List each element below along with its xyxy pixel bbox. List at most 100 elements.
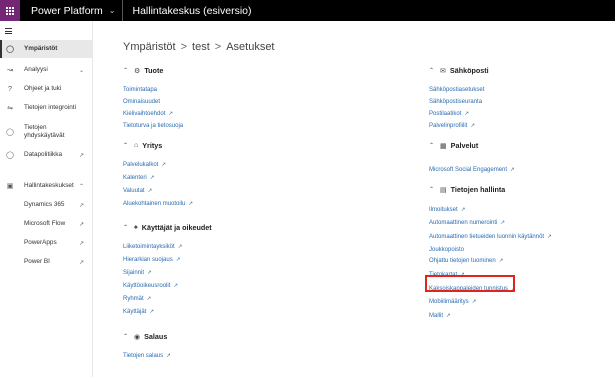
link-data-import-wizard[interactable]: Ohjattu tietojen tuominen ↗ [429,257,503,265]
waffle-icon [6,6,14,15]
main-content: Ympäristöt > test > Asetukset ⌃ ⚙ Tuote Toim… [93,21,615,377]
sidebar-subitem-power-bi[interactable]: Power BI ↗ [0,253,93,271]
link-regional-formatting[interactable]: Aluekohtainen muotoilu ↗ [123,200,193,208]
external-link-icon: ↗ [510,167,515,173]
breadcrumb-separator: > [214,41,222,53]
sidebar-item-help[interactable]: ? Ohjeet ja tuki [0,80,93,98]
sidebar-item-label: PowerApps [24,239,57,246]
sidebar-item-data-policies[interactable]: ◯ Datapolitiikka ↗ [0,146,93,164]
section-header-users-permissions[interactable]: ⌃ ♠ Käyttäjät ja oikeudet [123,223,212,232]
link-server-profiles[interactable]: Palvelinprofiilit ↗ [429,122,475,130]
link-security-roles[interactable]: Käyttöoikeusroolit ↗ [123,282,178,290]
sidebar-item-label: Datapolitiikka [24,151,63,158]
external-link-icon: ↗ [78,152,84,159]
section-title: Sähköposti [449,66,489,75]
topbar-divider [122,0,124,21]
link-templates[interactable]: Mallit ↗ [429,312,451,320]
chevron-up-icon: ⌃ [429,143,435,149]
external-link-icon: ↗ [175,257,181,263]
external-link-icon: ↗ [149,175,155,181]
link-auto-numbering[interactable]: Automaattinen numerointi ↗ [429,219,505,227]
mail-icon: ✉ [440,67,446,75]
external-link-icon: ↗ [500,220,505,226]
external-link-icon: ↗ [161,162,166,168]
link-behavior[interactable]: Toimintatapa [123,86,157,94]
chevron-down-icon: ⌄ [78,67,84,74]
external-link-icon: ↗ [177,244,183,250]
chevron-up-icon: ⌃ [123,68,129,74]
chevron-up-icon: ⌃ [123,225,129,231]
sidebar-subitem-microsoft-flow[interactable]: Microsoft Flow ↗ [0,215,93,233]
admin-icon: ▣ [6,183,14,190]
link-email-tracking[interactable]: Sähköpostiseuranta [429,98,482,106]
help-icon: ? [8,85,12,93]
breadcrumb-settings: Asetukset [226,41,275,53]
sidebar-subitem-powerapps[interactable]: PowerApps ↗ [0,234,93,252]
sidebar-item-data-integration[interactable]: ⇋ Tietojen integrointi [0,99,93,117]
chevron-up-icon: ⌃ [429,68,435,74]
external-link-icon: ↗ [460,207,466,213]
sidebar-item-data-gateways[interactable]: ◯ Tietojen yhdyskäytävät [0,119,93,145]
external-link-icon: ↗ [168,111,173,117]
breadcrumb-environments[interactable]: Ympäristöt [123,41,176,53]
link-business-closures[interactable]: Palvelukalkot ↗ [123,161,166,169]
sidebar-item-label: Analyysi [24,66,48,73]
external-link-icon: ↗ [146,296,152,302]
section-title: Palvelut [450,141,479,150]
section-title: Tietojen hallinta [450,185,506,194]
sidebar-item-label: Tietojen yhdyskäytävät [24,124,65,139]
external-link-icon: ↗ [149,309,154,315]
sidebar-item-label: Hallintakeskukset [24,182,74,189]
external-link-icon: ↗ [173,283,178,289]
link-bulk-deletion[interactable]: Joukkopoisto [429,246,464,254]
breadcrumb-environment-test[interactable]: test [192,41,210,53]
link-automatic-record-creation[interactable]: Automaattinen tietueiden luonnin käytänn… [429,233,552,241]
section-header-business[interactable]: ⌃ ⌂ Yritys [123,141,162,150]
section-header-encryption[interactable]: ⌃ ◉ Salaus [123,332,167,341]
integration-icon: ⇋ [7,105,13,112]
sidebar-item-environments[interactable]: ◯ Ympäristöt [0,40,93,58]
link-data-encryption[interactable]: Tietojen salaus ↗ [123,352,171,360]
building-icon: ⌂ [134,142,139,149]
chevron-down-icon[interactable]: ⌄ [109,6,116,15]
link-privacy-security[interactable]: Tietoturva ja tietosuoja [123,122,183,130]
chevron-up-icon: ⌃ [123,334,129,340]
section-header-data-management[interactable]: ⌃ ▤ Tietojen hallinta [429,185,505,194]
sidebar-item-admin-centers[interactable]: ▣ Hallintakeskukset ⌃ [0,177,93,195]
link-announcements[interactable]: Ilmoitukset ↗ [429,206,465,214]
sidebar-item-label: Ohjeet ja tuki [24,85,62,92]
external-link-icon: ↗ [147,188,153,194]
app-name[interactable]: Power Platform [31,5,103,17]
section-header-product[interactable]: ⌃ ⚙ Tuote [123,66,163,75]
environment-name: Hallintakeskus (esiversio) [132,4,252,17]
link-features[interactable]: Ominaisuudet [123,98,160,106]
link-languages[interactable]: Kielivaihtoehdot ↗ [123,110,173,118]
chart-icon: ↝ [7,67,13,74]
section-title: Salaus [144,332,168,341]
sidebar-item-analytics[interactable]: ↝ Analyysi ⌄ [0,61,93,79]
hamburger-icon[interactable] [5,28,12,36]
external-link-icon: ↗ [464,111,469,117]
link-mobile-configuration[interactable]: Mobiilimääritys ↗ [429,298,476,306]
sidebar-item-label: Power BI [24,258,50,265]
gateway-icon: ◯ [6,129,14,136]
link-users[interactable]: Käyttäjät ↗ [123,308,154,316]
link-email-settings[interactable]: Sähköpostiasetukset [429,86,484,94]
section-header-email[interactable]: ⌃ ✉ Sähköposti [429,66,489,75]
link-business-units[interactable]: Liiketoimintayksiköt ↗ [123,243,182,251]
sidebar-subitem-dynamics-365[interactable]: Dynamics 365 ↗ [0,196,93,214]
sidebar-item-label: Ympäristöt [24,45,58,52]
external-link-icon: ↗ [470,123,475,129]
link-teams[interactable]: Ryhmät ↗ [123,295,151,303]
link-positions[interactable]: Sijainnit ↗ [123,269,152,277]
link-mailboxes[interactable]: Postilaatikot ↗ [429,110,469,118]
app-launcher-button[interactable] [0,0,20,21]
section-header-services[interactable]: ⌃ ▦ Palvelut [429,141,478,150]
link-social-engagement[interactable]: Microsoft Social Engagement ↗ [429,166,515,174]
external-link-icon: ↗ [446,313,451,319]
link-hierarchy-security[interactable]: Hierarkian suojaus ↗ [123,256,180,264]
external-link-icon: ↗ [188,201,193,207]
link-calendar[interactable]: Kalenteri ↗ [123,174,154,182]
link-currencies[interactable]: Valuutat ↗ [123,187,152,195]
globe-icon: ◯ [6,46,14,53]
